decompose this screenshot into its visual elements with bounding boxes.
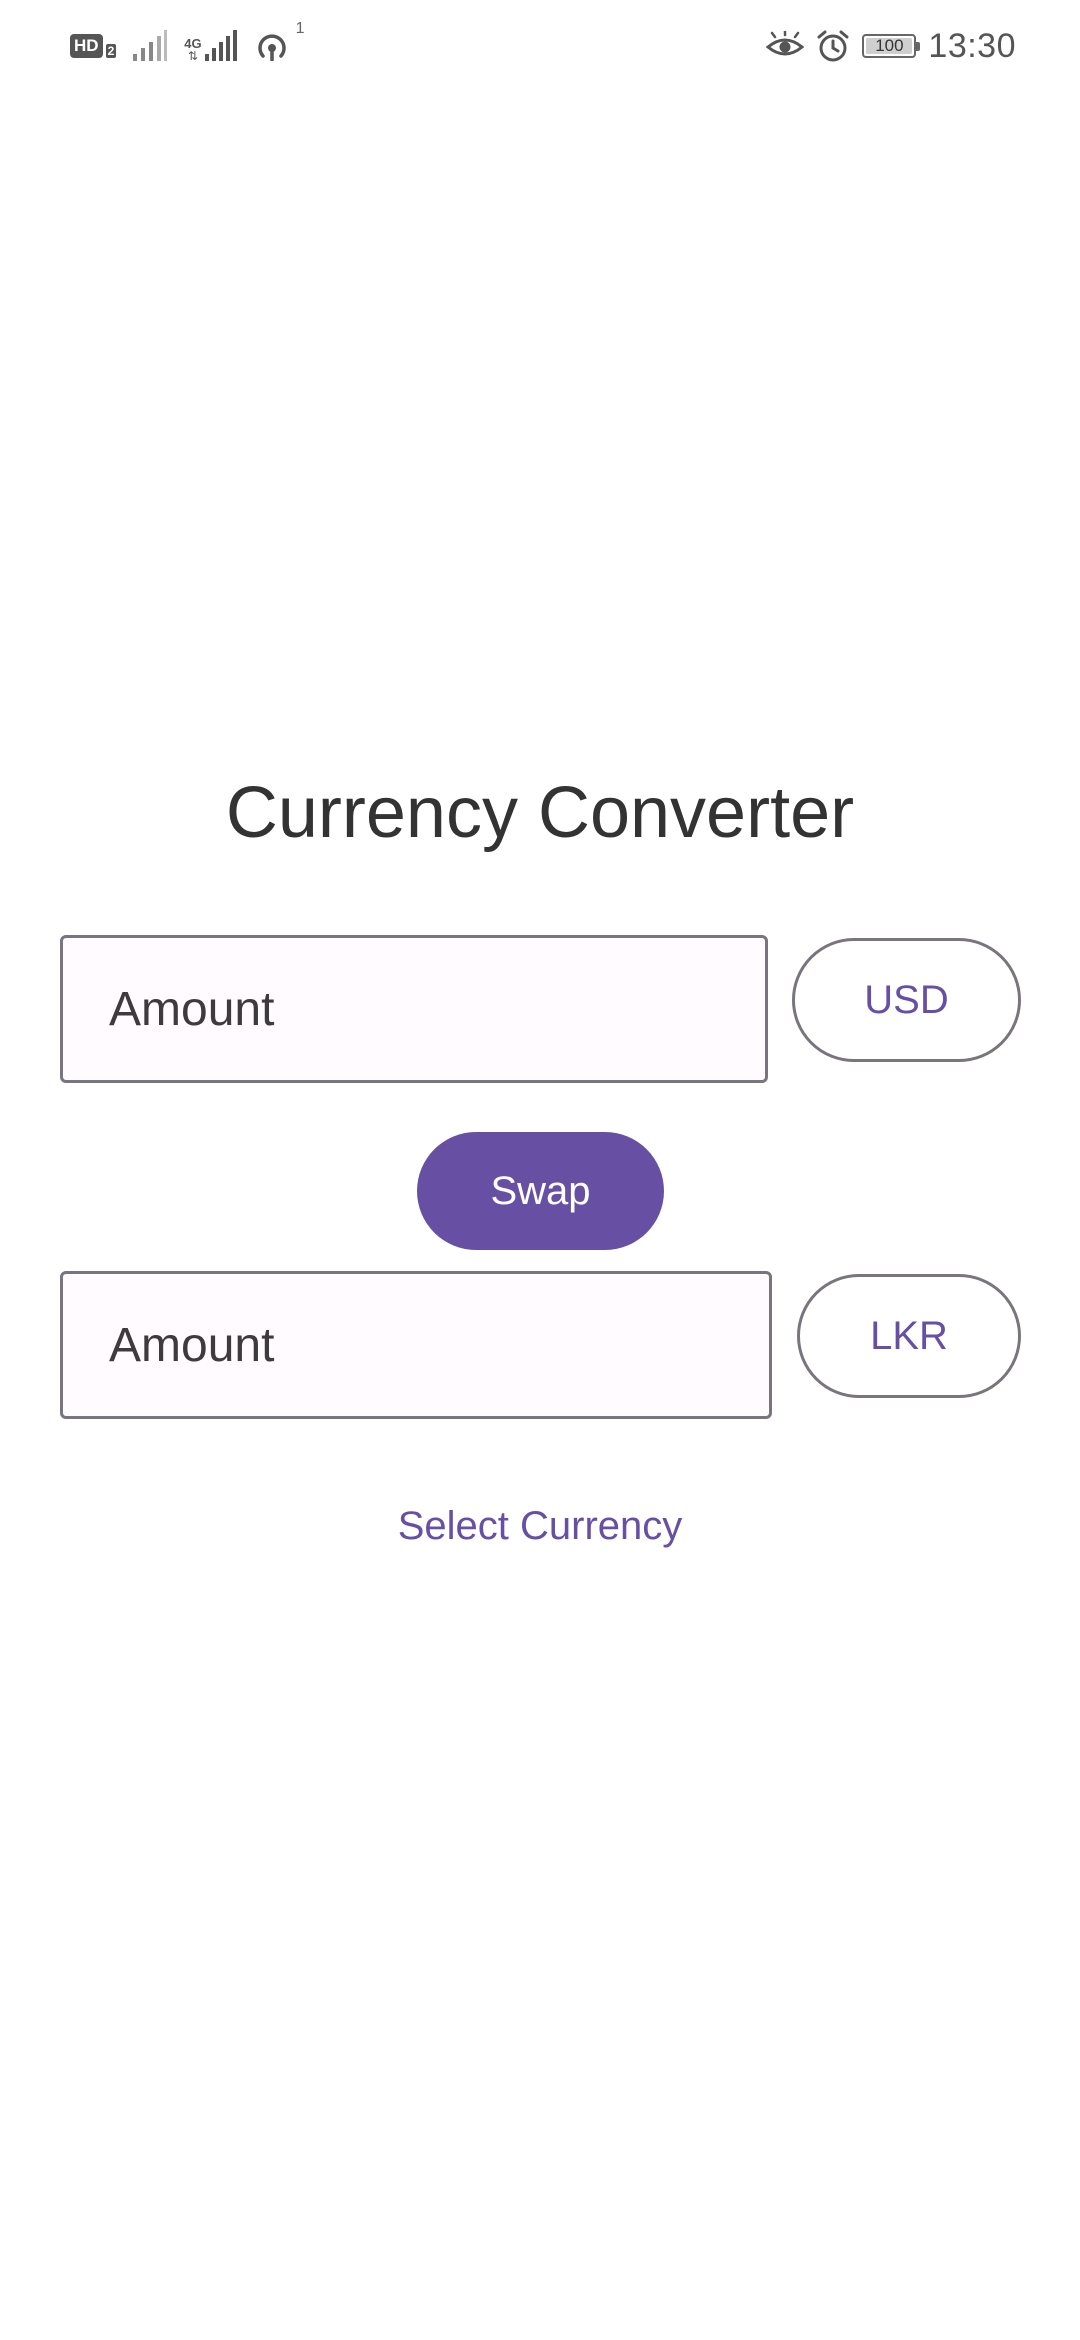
screen: HD 2 4G ⇅ 1 100 13:30 Currency Converter… [0, 0, 1080, 2340]
to-amount-field[interactable] [60, 1271, 772, 1419]
hd-icon: HD 2 [70, 34, 117, 58]
status-bar: HD 2 4G ⇅ 1 100 13:30 [0, 0, 1080, 92]
data-arrows-icon: ⇅ [187, 49, 198, 63]
status-left: HD 2 4G ⇅ 1 [70, 20, 305, 66]
to-amount-input[interactable] [109, 1274, 769, 1416]
swap-button[interactable]: Swap [417, 1132, 664, 1250]
eye-icon [766, 31, 805, 56]
from-amount-field[interactable] [60, 935, 768, 1083]
from-amount-input[interactable] [109, 938, 765, 1080]
status-right: 100 13:30 [766, 22, 1016, 70]
hotspot-icon [257, 34, 286, 61]
alarm-icon [817, 30, 849, 62]
hd-label: HD [70, 34, 103, 58]
to-currency-button[interactable]: LKR [797, 1274, 1021, 1398]
status-time: 13:30 [928, 26, 1016, 65]
select-currency-button[interactable]: Select Currency [360, 1490, 720, 1562]
signal-4g-icon: 4G ⇅ [184, 30, 237, 62]
page-title: Currency Converter [225, 773, 855, 853]
hotspot-count: 1 [295, 20, 305, 37]
battery-level: 100 [875, 36, 904, 55]
signal-icon [133, 30, 168, 61]
from-currency-button[interactable]: USD [792, 938, 1021, 1062]
sim-label: 2 [105, 44, 117, 58]
battery-icon: 100 [862, 34, 921, 58]
